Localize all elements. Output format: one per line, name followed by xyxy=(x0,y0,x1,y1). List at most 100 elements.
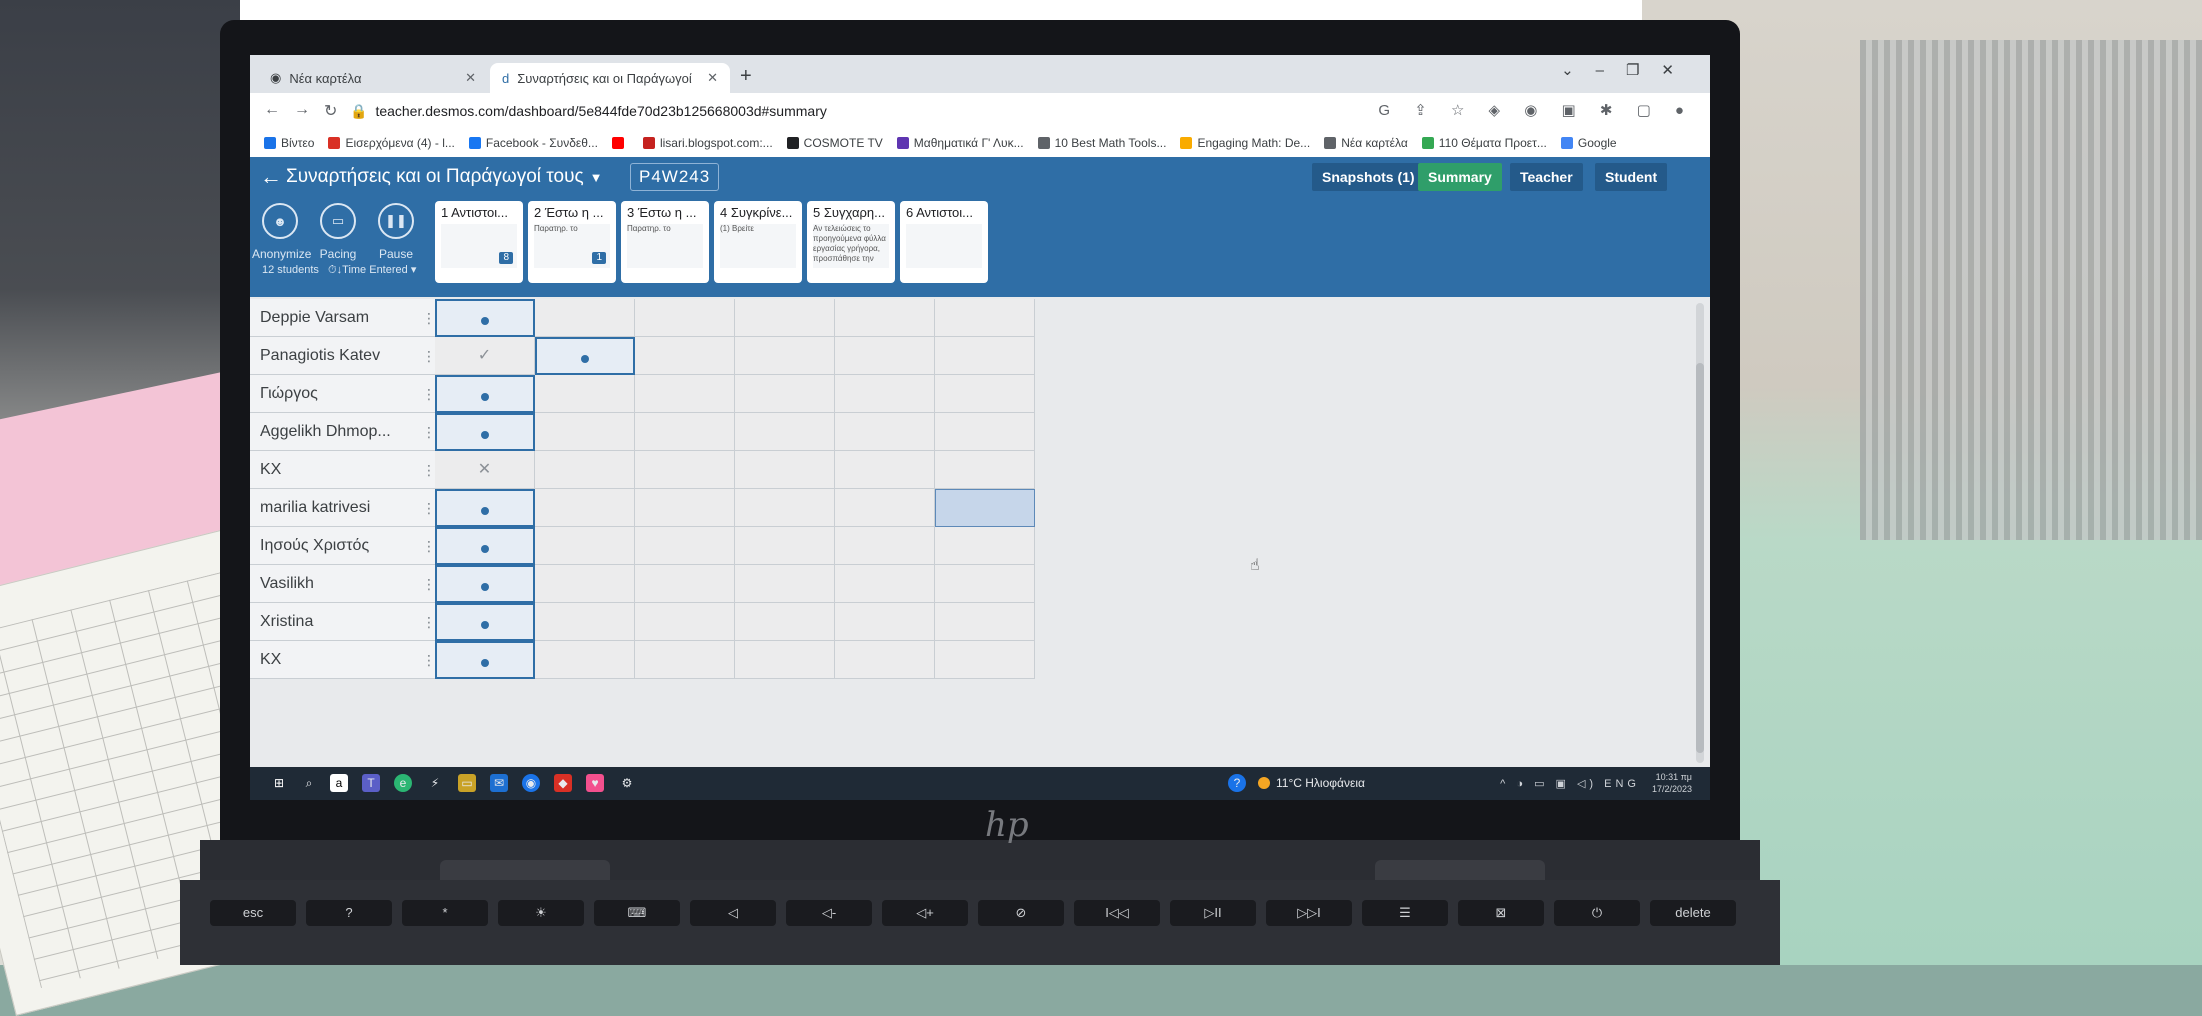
progress-cell[interactable] xyxy=(735,375,835,413)
system-tray[interactable]: ^ ◑ ▭ ▣ ◁) ENG xyxy=(1500,777,1640,790)
student-menu-kebab-icon[interactable]: ⋮ xyxy=(422,413,436,451)
progress-cell[interactable] xyxy=(835,641,935,679)
progress-cell[interactable] xyxy=(535,565,635,603)
grid-scrollbar[interactable] xyxy=(1696,303,1704,763)
student-row[interactable]: Γιώργος ⋮ xyxy=(250,375,1050,413)
progress-cell[interactable] xyxy=(935,603,1035,641)
progress-cell[interactable] xyxy=(635,641,735,679)
student-name[interactable]: Deppie Varsam xyxy=(250,299,440,337)
file-explorer-icon[interactable]: ▭ xyxy=(458,774,476,792)
bookmark-item[interactable]: Εισερχόμενα (4) - l... xyxy=(328,129,455,157)
student-row[interactable]: Xristina ⋮ xyxy=(250,603,1050,641)
weather-widget[interactable]: 11°C Ηλιοφάνεια xyxy=(1258,776,1365,790)
progress-cell[interactable] xyxy=(435,299,535,337)
sort-dropdown[interactable]: Time Entered xyxy=(342,264,408,276)
bookmark-item[interactable]: 10 Best Math Tools... xyxy=(1037,129,1166,157)
progress-cell[interactable] xyxy=(535,489,635,527)
progress-cell[interactable] xyxy=(735,299,835,337)
app-icon-2[interactable]: ♥ xyxy=(586,774,604,792)
progress-cell[interactable] xyxy=(835,565,935,603)
window-controls[interactable]: ⌄–❐✕ xyxy=(1561,61,1696,79)
student-name[interactable]: Panagiotis Katev xyxy=(250,337,440,375)
chrome-icon[interactable]: ◉ xyxy=(522,774,540,792)
student-menu-kebab-icon[interactable]: ⋮ xyxy=(422,299,436,337)
progress-cell[interactable] xyxy=(835,451,935,489)
progress-cell[interactable] xyxy=(735,451,835,489)
progress-cell[interactable] xyxy=(835,413,935,451)
teams-icon[interactable]: T xyxy=(362,774,380,792)
progress-cell[interactable] xyxy=(735,565,835,603)
student-menu-kebab-icon[interactable]: ⋮ xyxy=(422,489,436,527)
student-row[interactable]: KX ⋮ xyxy=(250,641,1050,679)
app-icon[interactable]: ◆ xyxy=(554,774,572,792)
close-icon[interactable]: ✕ xyxy=(465,70,476,86)
search-icon[interactable]: ⌕ xyxy=(300,774,318,792)
progress-cell[interactable] xyxy=(835,375,935,413)
screen-card-6[interactable]: 6 Αντιστοι... xyxy=(900,201,988,283)
student-name[interactable]: KX xyxy=(250,641,440,679)
progress-cell[interactable] xyxy=(435,375,535,413)
progress-cell[interactable] xyxy=(735,413,835,451)
progress-cell[interactable] xyxy=(635,527,735,565)
progress-cell[interactable] xyxy=(935,451,1035,489)
progress-cell[interactable] xyxy=(935,299,1035,337)
student-row[interactable]: Deppie Varsam ⋮ xyxy=(250,299,1050,337)
screen-card-3[interactable]: 3 Έστω η ... Παρατηρ. το xyxy=(621,201,709,283)
edge-icon[interactable]: e xyxy=(394,774,412,792)
progress-cell[interactable] xyxy=(435,489,535,527)
amazon-icon[interactable]: a xyxy=(330,774,348,792)
progress-cell[interactable] xyxy=(935,527,1035,565)
scrollbar-thumb[interactable] xyxy=(1696,363,1704,753)
lightning-icon[interactable]: ⚡ xyxy=(426,774,444,792)
progress-cell[interactable] xyxy=(635,413,735,451)
student-row[interactable]: Aggelikh Dhmop... ⋮ xyxy=(250,413,1050,451)
activity-title[interactable]: Συναρτήσεις και οι Παράγωγοί τους ▼ xyxy=(286,166,603,188)
student-menu-kebab-icon[interactable]: ⋮ xyxy=(422,375,436,413)
progress-cell[interactable] xyxy=(635,337,735,375)
student-row[interactable]: marilia katrivesi ⋮ xyxy=(250,489,1050,527)
screen-card-5[interactable]: 5 Συγχαρη... Αν τελειώσεις το προηγούμενα… xyxy=(807,201,895,283)
progress-cell[interactable] xyxy=(635,489,735,527)
progress-cell[interactable] xyxy=(535,603,635,641)
student-row[interactable]: Ιησούς Χριστός ⋮ xyxy=(250,527,1050,565)
progress-cell[interactable] xyxy=(535,413,635,451)
mail-icon[interactable]: ✉ xyxy=(490,774,508,792)
settings-gear-icon[interactable]: ⚙ xyxy=(618,774,636,792)
progress-cell[interactable] xyxy=(435,641,535,679)
tab-new-tab[interactable]: ◉ Νέα καρτέλα ✕ xyxy=(258,63,488,93)
back-icon[interactable]: ← xyxy=(264,101,280,119)
student-menu-kebab-icon[interactable]: ⋮ xyxy=(422,641,436,679)
progress-cell[interactable] xyxy=(635,375,735,413)
bookmark-item[interactable]: Facebook - Συνδεθ... xyxy=(468,129,598,157)
bookmark-item[interactable]: 110 Θέματα Προετ... xyxy=(1421,129,1547,157)
bookmark-item[interactable]: lisari.blogspot.com:... xyxy=(642,129,773,157)
progress-cell[interactable] xyxy=(735,489,835,527)
progress-cell[interactable] xyxy=(435,603,535,641)
student-name[interactable]: Vasilikh xyxy=(250,565,440,603)
progress-cell[interactable] xyxy=(935,375,1035,413)
progress-cell[interactable] xyxy=(935,337,1035,375)
bookmark-item[interactable]: Engaging Math: De... xyxy=(1180,129,1310,157)
bookmark-item[interactable]: Μαθηματικά Γ' Λυκ... xyxy=(896,129,1024,157)
progress-cell[interactable] xyxy=(535,527,635,565)
student-name[interactable]: Xristina xyxy=(250,603,440,641)
pause-button[interactable]: ❚❚ Pause xyxy=(368,203,424,261)
extension-icons[interactable]: G ⇪ ☆ ◈ ◉ ▣ ✱ ▢ ● xyxy=(1378,101,1694,119)
progress-cell[interactable] xyxy=(935,489,1035,527)
reload-icon[interactable]: ↻ xyxy=(324,101,337,121)
progress-cell[interactable] xyxy=(535,375,635,413)
summary-button[interactable]: Summary xyxy=(1418,163,1502,191)
progress-cell[interactable]: ✓ xyxy=(435,337,535,375)
progress-cell[interactable]: ✕ xyxy=(435,451,535,489)
progress-cell[interactable] xyxy=(835,337,935,375)
progress-cell[interactable] xyxy=(935,641,1035,679)
student-button[interactable]: Student xyxy=(1595,163,1668,191)
student-row[interactable]: Panagiotis Katev ⋮ ✓ xyxy=(250,337,1050,375)
url-field[interactable]: 🔒 teacher.desmos.com/dashboard/5e844fde70… xyxy=(350,103,827,120)
student-name[interactable]: Aggelikh Dhmop... xyxy=(250,413,440,451)
bookmark-item[interactable]: COSMOTE TV xyxy=(786,129,883,157)
progress-cell[interactable] xyxy=(635,451,735,489)
progress-cell[interactable] xyxy=(435,527,535,565)
student-menu-kebab-icon[interactable]: ⋮ xyxy=(422,565,436,603)
progress-cell[interactable] xyxy=(535,337,635,375)
